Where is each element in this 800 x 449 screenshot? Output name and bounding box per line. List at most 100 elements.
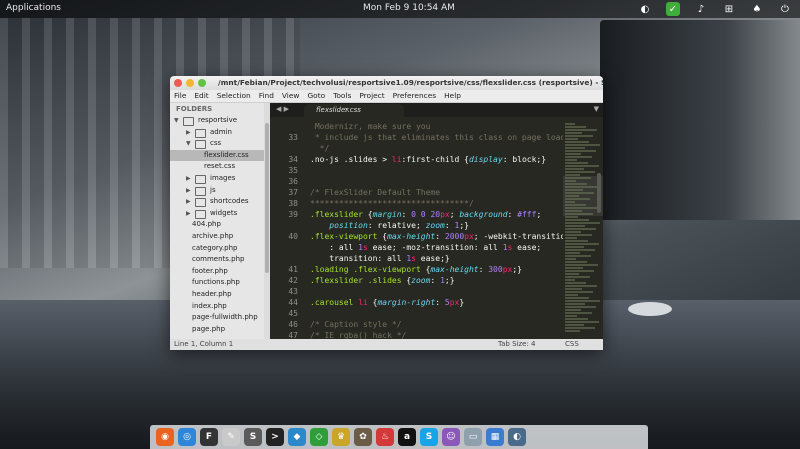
- syntax-mode[interactable]: CSS: [565, 339, 579, 350]
- tab-close-icon[interactable]: ×: [344, 104, 392, 117]
- tree-item[interactable]: ▶ shortcodes: [170, 196, 270, 208]
- text-editor-icon[interactable]: ✎: [222, 428, 240, 446]
- tree-item[interactable]: ▶ js: [170, 185, 270, 197]
- volume-icon[interactable]: ♪: [694, 2, 708, 16]
- menu-find[interactable]: Find: [259, 90, 274, 102]
- minimap-line: [565, 282, 586, 284]
- f-app-icon[interactable]: F: [200, 428, 218, 446]
- close-window-button[interactable]: [174, 79, 182, 87]
- tree-item-label: archive.php: [192, 231, 234, 240]
- toggle-icon[interactable]: ◐: [508, 428, 526, 446]
- tree-item[interactable]: page-fullwidth.php: [170, 312, 270, 324]
- minimap-line: [565, 204, 586, 206]
- clock[interactable]: Mon Feb 9 10:54 AM: [363, 3, 455, 13]
- minimap-line: [565, 246, 584, 248]
- collapsed-arrow-icon[interactable]: ▶: [186, 196, 191, 208]
- minimap-line: [565, 312, 592, 314]
- network-icon[interactable]: ⊞: [722, 2, 736, 16]
- tree-item[interactable]: category.php: [170, 243, 270, 255]
- browser-icon[interactable]: ◆: [288, 428, 306, 446]
- collapsed-arrow-icon[interactable]: ▶: [186, 185, 191, 197]
- tree-item[interactable]: 404.php: [170, 219, 270, 231]
- minimap-line: [565, 228, 596, 230]
- tree-item[interactable]: ▶ images: [170, 173, 270, 185]
- tree-item[interactable]: footer.php: [170, 266, 270, 278]
- menu-help[interactable]: Help: [444, 90, 461, 102]
- code-line: 36: [270, 176, 563, 187]
- line-text: .flexslider {margin: 0 0 20px; backgroun…: [310, 210, 542, 219]
- tree-item[interactable]: index.php: [170, 301, 270, 313]
- tab-size[interactable]: Tab Size: 4: [498, 339, 535, 350]
- collapsed-arrow-icon[interactable]: ▶: [186, 173, 191, 185]
- minimize-window-button[interactable]: [186, 79, 194, 87]
- code-line: 45: [270, 308, 563, 319]
- minimap-line: [565, 225, 585, 227]
- apps-icon[interactable]: ▦: [486, 428, 504, 446]
- line-number: 41: [288, 265, 298, 274]
- editor-scrollbar[interactable]: [597, 173, 601, 213]
- minimap-line: [565, 201, 575, 203]
- menu-edit[interactable]: Edit: [194, 90, 208, 102]
- line-number: 38: [288, 199, 298, 208]
- tree-item[interactable]: ▶ admin: [170, 127, 270, 139]
- collapsed-arrow-icon[interactable]: ▶: [186, 127, 191, 139]
- menu-view[interactable]: View: [282, 90, 300, 102]
- tab-flexslider-css[interactable]: flexslider.css ×: [304, 104, 404, 117]
- line-number: 34: [288, 155, 298, 164]
- expanded-arrow-icon[interactable]: ▼: [186, 138, 191, 150]
- pidgin-icon[interactable]: ☺: [442, 428, 460, 446]
- menu-file[interactable]: File: [174, 90, 186, 102]
- title-bar[interactable]: /mnt/Febian/Project/techvolusi/resportsi…: [170, 76, 603, 90]
- minimap-line: [565, 273, 579, 275]
- tree-item[interactable]: reset.css: [170, 161, 270, 173]
- tree-item[interactable]: ▼ css: [170, 138, 270, 150]
- gimp-icon[interactable]: ✿: [354, 428, 372, 446]
- code-line: 33 * include js that eliminates this cla…: [270, 132, 563, 143]
- minimap-line: [565, 153, 581, 155]
- minimap[interactable]: [563, 121, 603, 339]
- minimap-line: [565, 216, 578, 218]
- notification-icon[interactable]: ♠: [750, 2, 764, 16]
- tree-item[interactable]: comments.php: [170, 254, 270, 266]
- skype-icon[interactable]: S: [420, 428, 438, 446]
- flame-icon[interactable]: ♨: [376, 428, 394, 446]
- line-number: 36: [288, 177, 298, 186]
- code-area[interactable]: Modernizr, make sure you 33 * include js …: [270, 121, 563, 339]
- power-icon[interactable]: ⏻: [778, 2, 792, 16]
- minimap-line: [565, 279, 575, 281]
- tree-item[interactable]: ▼ resportsive: [170, 115, 270, 127]
- firefox-icon[interactable]: ◉: [156, 428, 174, 446]
- expanded-arrow-icon[interactable]: ▼: [174, 115, 179, 127]
- maximize-window-button[interactable]: [198, 79, 206, 87]
- menu-tools[interactable]: Tools: [333, 90, 351, 102]
- brazil-icon[interactable]: ◇: [310, 428, 328, 446]
- folder-icon: [183, 117, 194, 126]
- menu-preferences[interactable]: Preferences: [393, 90, 436, 102]
- a-app-icon[interactable]: a: [398, 428, 416, 446]
- sublime-icon[interactable]: S: [244, 428, 262, 446]
- steam-icon[interactable]: ◐: [638, 2, 652, 16]
- tree-item-label: category.php: [192, 243, 238, 252]
- chrome-icon[interactable]: ◎: [178, 428, 196, 446]
- menu-goto[interactable]: Goto: [307, 90, 325, 102]
- tree-item[interactable]: functions.php: [170, 277, 270, 289]
- collapsed-arrow-icon[interactable]: ▶: [186, 208, 191, 220]
- game-icon[interactable]: ♛: [332, 428, 350, 446]
- tree-item[interactable]: flexslider.css: [170, 149, 270, 162]
- tree-item[interactable]: archive.php: [170, 231, 270, 243]
- minimap-line: [565, 207, 597, 209]
- minimap-line: [565, 255, 591, 257]
- minimap-line: [565, 240, 588, 242]
- terminal-icon[interactable]: >: [266, 428, 284, 446]
- menu-project[interactable]: Project: [359, 90, 384, 102]
- tree-item[interactable]: ▶ widgets: [170, 208, 270, 220]
- applications-menu[interactable]: Applications: [6, 3, 61, 13]
- tree-item[interactable]: header.php: [170, 289, 270, 301]
- menu-selection[interactable]: Selection: [217, 90, 251, 102]
- tab-nav-arrows-icon[interactable]: ◀ ▶: [276, 105, 289, 113]
- update-check-icon[interactable]: ✓: [666, 2, 680, 16]
- tree-item[interactable]: page.php: [170, 324, 270, 336]
- tree-item-label: page.php: [192, 324, 226, 333]
- files-icon[interactable]: ▭: [464, 428, 482, 446]
- tab-dropdown-icon[interactable]: ▼: [594, 105, 599, 113]
